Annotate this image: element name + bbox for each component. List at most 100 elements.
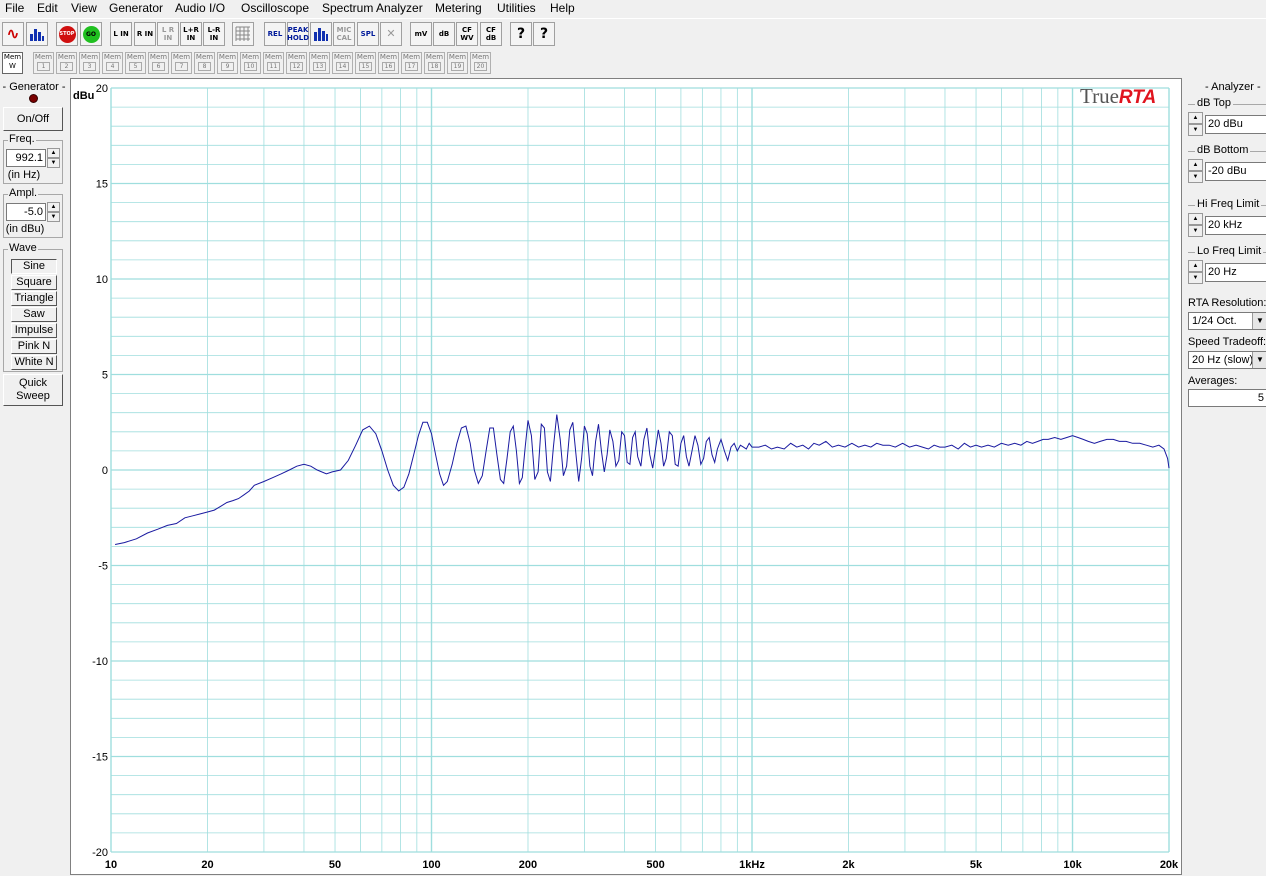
mem-number: 8	[198, 62, 211, 71]
lo-freq-field[interactable]: 20 Hz	[1205, 263, 1266, 282]
ampl-field[interactable]: -5.0	[6, 203, 46, 221]
generator-led-icon	[29, 94, 38, 103]
menu-file[interactable]: File	[3, 1, 26, 15]
wave-pink-n-button[interactable]: Pink N	[11, 339, 57, 354]
y-tick-label: -5	[98, 561, 108, 573]
mem-label: Mem	[356, 53, 375, 61]
bars-icon[interactable]	[310, 22, 332, 46]
mem-slot-5[interactable]: Mem 5	[125, 52, 146, 74]
wave-saw-button[interactable]: Saw	[11, 307, 57, 322]
mem-number: 1	[37, 62, 50, 71]
mem-slot-1[interactable]: Mem 1	[33, 52, 54, 74]
wave-triangle-button[interactable]: Triangle	[11, 291, 57, 306]
cf-db-button[interactable]: CF dB	[480, 22, 502, 46]
ampl-group: Ampl. -5.0 ▲ ▼ (in dBu)	[3, 187, 63, 238]
y-tick-label: 5	[102, 370, 108, 382]
mem-slot-4[interactable]: Mem 4	[102, 52, 123, 74]
menu-generator[interactable]: Generator	[107, 1, 165, 15]
wave-impulse-button[interactable]: Impulse	[11, 323, 57, 338]
logo-true: True	[1080, 84, 1119, 108]
ampl-title: Ampl.	[8, 187, 39, 199]
context-help-icon[interactable]: ?	[533, 22, 555, 46]
wave-white-n-button[interactable]: White N	[11, 355, 57, 370]
spectrum-chart: 20151050-5-10-15-20dBu10 20 50 100 200 500 1kH…	[73, 83, 1179, 871]
db-top-field[interactable]: 20 dBu	[1205, 115, 1266, 134]
averages-label: Averages:	[1188, 375, 1238, 387]
menu-utilities[interactable]: Utilities	[495, 1, 538, 15]
l-minus-r-in-button[interactable]: L-R IN	[203, 22, 225, 46]
mem-w-button[interactable]: Mem W	[2, 52, 23, 74]
menu-view[interactable]: View	[69, 1, 99, 15]
x-tick-label: 200	[519, 859, 537, 871]
menu-audio-i-o[interactable]: Audio I/O	[173, 1, 227, 15]
mem-slot-20[interactable]: Mem 20	[470, 52, 491, 74]
menu-oscilloscope[interactable]: Oscilloscope	[239, 1, 311, 15]
ampl-spinner[interactable]: ▲ ▼	[47, 202, 60, 222]
mem-number: 16	[382, 62, 395, 71]
wave-square-button[interactable]: Square	[11, 275, 57, 290]
toolbar: ∿ STOP GO L IN R IN L R IN L+R IN L-R IN REL PEAK…	[0, 18, 1266, 49]
analyzer-panel: - Analyzer - dB Top ▲ ▼ 20 dBu dB Bottom …	[1183, 78, 1266, 875]
mem-slot-9[interactable]: Mem 9	[217, 52, 238, 74]
mem-slot-6[interactable]: Mem 6	[148, 52, 169, 74]
mem-slot-13[interactable]: Mem 13	[309, 52, 330, 74]
mem-slot-3[interactable]: Mem 3	[79, 52, 100, 74]
mem-number: 17	[405, 62, 418, 71]
l-plus-r-in-button[interactable]: L+R IN	[180, 22, 202, 46]
mem-slot-15[interactable]: Mem 15	[355, 52, 376, 74]
y-tick-label: -10	[92, 656, 108, 668]
mem-slot-12[interactable]: Mem 12	[286, 52, 307, 74]
mem-slot-18[interactable]: Mem 18	[424, 52, 445, 74]
spectrum-plot[interactable]: 20 15 10 5 0 -5 -10 -15 -20 dBu 10 20 50 100 200 500 1kH…	[70, 78, 1182, 875]
hi-freq-field[interactable]: 20 kHz	[1205, 216, 1266, 235]
mem-slot-8[interactable]: Mem 8	[194, 52, 215, 74]
on-off-button[interactable]: On/Off	[3, 107, 63, 131]
db-bottom-spinner[interactable]: ▲ ▼	[1188, 159, 1203, 183]
go-button[interactable]: GO	[80, 22, 102, 46]
menu-spectrum-analyzer[interactable]: Spectrum Analyzer	[320, 1, 425, 15]
mem-slot-17[interactable]: Mem 17	[401, 52, 422, 74]
mem-slot-14[interactable]: Mem 14	[332, 52, 353, 74]
stop-button[interactable]: STOP	[56, 22, 78, 46]
wave-sine-button[interactable]: Sine	[11, 259, 57, 274]
close-icon[interactable]: ✕	[380, 22, 402, 46]
help-icon[interactable]: ?	[510, 22, 532, 46]
db-top-spinner[interactable]: ▲ ▼	[1188, 112, 1203, 136]
hi-freq-spinner[interactable]: ▲ ▼	[1188, 213, 1203, 237]
db-button[interactable]: dB	[433, 22, 455, 46]
lo-freq-spinner[interactable]: ▲ ▼	[1188, 260, 1203, 284]
quick-sweep-button[interactable]: Quick Sweep	[3, 374, 63, 406]
menu-help[interactable]: Help	[548, 1, 577, 15]
rel-button[interactable]: REL	[264, 22, 286, 46]
mem-label: Mem	[448, 53, 467, 61]
mv-button[interactable]: mV	[410, 22, 432, 46]
mic-cal-button[interactable]: MIC CAL	[333, 22, 355, 46]
peak-hold-button[interactable]: PEAK HOLD	[287, 22, 309, 46]
sine-wave-icon[interactable]: ∿	[2, 22, 24, 46]
rta-resolution-select[interactable]: 1/24 Oct. ▼	[1188, 312, 1266, 330]
mem-label: Mem	[425, 53, 444, 61]
l-in-button[interactable]: L IN	[110, 22, 132, 46]
r-in-button[interactable]: R IN	[134, 22, 156, 46]
mem-slot-11[interactable]: Mem 11	[263, 52, 284, 74]
generator-title: - Generator -	[2, 81, 66, 93]
mem-slot-10[interactable]: Mem 10	[240, 52, 261, 74]
mem-slot-19[interactable]: Mem 19	[447, 52, 468, 74]
cf-wv-button[interactable]: CF WV	[456, 22, 478, 46]
menu-metering[interactable]: Metering	[433, 1, 484, 15]
menu-edit[interactable]: Edit	[35, 1, 60, 15]
freq-spinner[interactable]: ▲ ▼	[47, 148, 60, 168]
freq-field[interactable]: 992.1	[6, 149, 46, 167]
db-bottom-field[interactable]: -20 dBu	[1205, 162, 1266, 181]
mem-slot-2[interactable]: Mem 2	[56, 52, 77, 74]
speed-tradeoff-select[interactable]: 20 Hz (slow) ▼	[1188, 351, 1266, 369]
grid-icon[interactable]	[232, 22, 254, 46]
mem-slot-7[interactable]: Mem 7	[171, 52, 192, 74]
averages-field[interactable]: 5	[1188, 389, 1266, 407]
x-tick-label: 10k	[1063, 859, 1082, 871]
spl-button[interactable]: SPL	[357, 22, 379, 46]
wave-title: Wave	[8, 242, 38, 254]
mem-slot-16[interactable]: Mem 16	[378, 52, 399, 74]
lr-in-button[interactable]: L R IN	[157, 22, 179, 46]
spectrum-icon[interactable]	[26, 22, 48, 46]
